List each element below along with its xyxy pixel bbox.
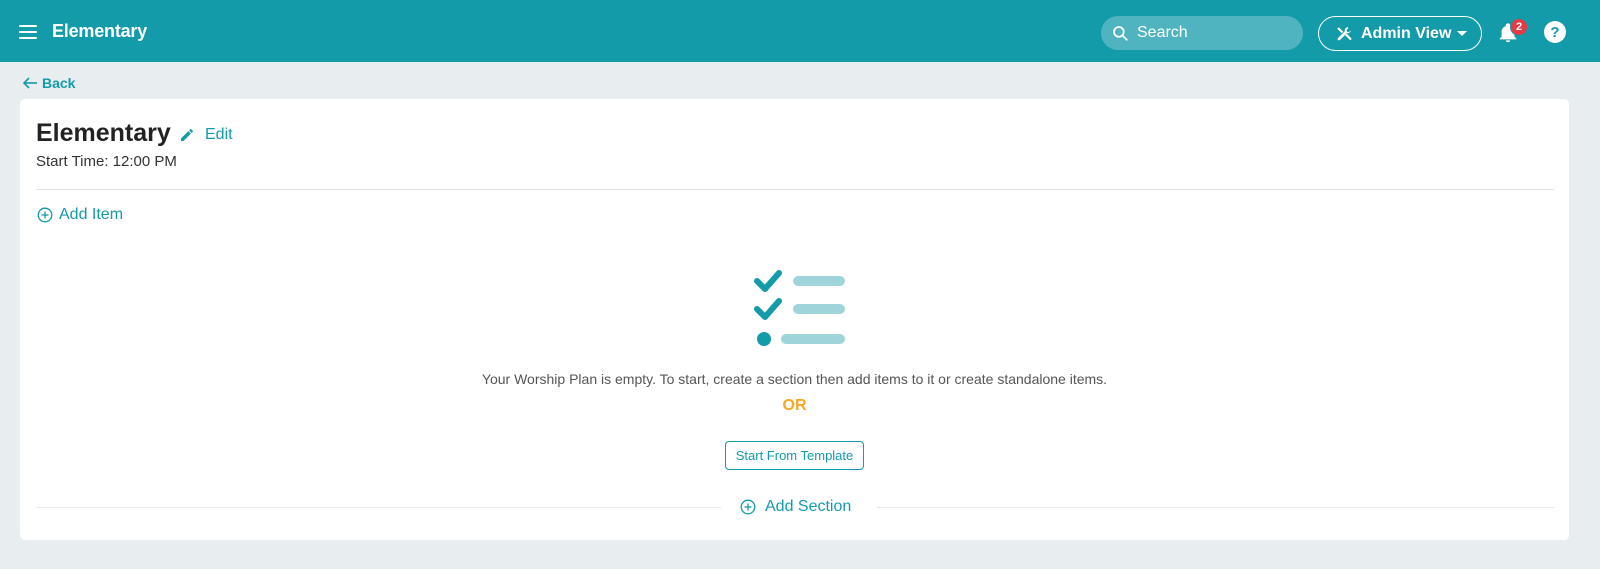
search-box[interactable] [1101, 16, 1303, 50]
pencil-icon [181, 128, 193, 141]
notification-count-badge: 2 [1510, 18, 1528, 36]
chevron-down-icon [1457, 31, 1468, 36]
help-button[interactable]: ? [1544, 21, 1566, 43]
start-time-text: Start Time: 12:00 PM [36, 153, 177, 170]
back-label: Back [42, 75, 76, 91]
divider [877, 507, 1554, 508]
add-section-label: Add Section [765, 498, 852, 515]
search-icon [1113, 26, 1128, 41]
or-separator: OR [782, 397, 807, 414]
divider [36, 507, 721, 508]
add-section-button[interactable]: Add Section [740, 498, 851, 516]
start-from-template-button[interactable]: Start From Template [725, 441, 864, 470]
edit-button[interactable]: Edit [179, 126, 233, 144]
empty-state-message: Your Worship Plan is empty. To start, cr… [481, 371, 1108, 387]
admin-view-label: Admin View [1361, 24, 1452, 42]
tools-icon [1337, 26, 1352, 40]
page-title: Elementary [36, 119, 171, 147]
admin-view-button[interactable]: Admin View [1318, 16, 1482, 51]
plus-circle-icon [740, 499, 756, 515]
add-item-label: Add Item [59, 206, 124, 223]
hamburger-menu-icon[interactable] [19, 25, 37, 39]
divider [36, 189, 1554, 190]
plus-circle-icon [37, 207, 53, 223]
checklist-icon [754, 270, 845, 346]
add-item-button[interactable]: Add Item [37, 206, 123, 224]
top-navigation-bar: Elementary Admin View 2 ? [0, 0, 1600, 62]
search-input[interactable] [1137, 24, 1297, 42]
arrow-left-icon [22, 77, 37, 89]
app-title[interactable]: Elementary [52, 21, 147, 42]
worship-plan-card: Elementary Edit Start Time: 12:00 PM Add… [20, 99, 1569, 540]
back-link[interactable]: Back [22, 75, 75, 91]
edit-label: Edit [205, 126, 233, 143]
